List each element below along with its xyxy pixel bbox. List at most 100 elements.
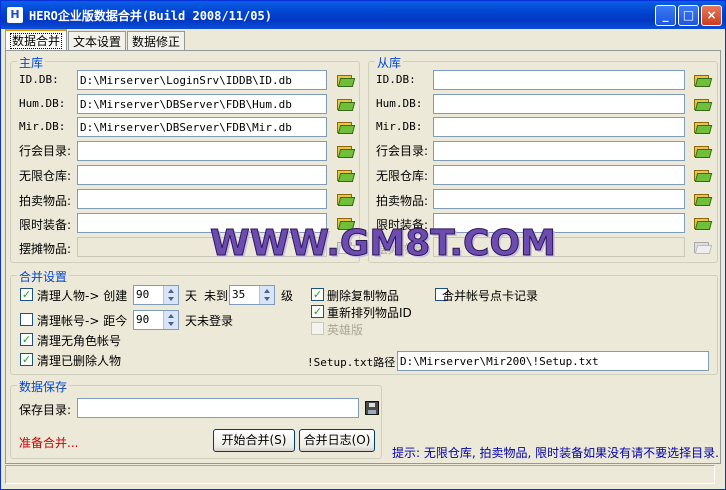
not-reach-label: 未到 bbox=[204, 289, 229, 303]
maximize-button[interactable]: □ bbox=[678, 5, 699, 26]
clean-norole-label: 清理无角色帐号 bbox=[37, 334, 122, 348]
slave-id-input[interactable] bbox=[433, 70, 685, 90]
clean-char-level-spinner[interactable]: 35 bbox=[229, 285, 275, 305]
minimize-button[interactable]: _ bbox=[655, 5, 676, 26]
title-bar[interactable]: H HERO企业版数据合并(Build 2008/11/05) _ □ × bbox=[1, 1, 725, 29]
unit-days-label: 天 bbox=[185, 289, 198, 303]
tab-data-merge[interactable]: 数据合并 bbox=[5, 29, 68, 50]
data-save-group: 数据保存 保存目录: 准备合并... 开始合并(S) 合并日志(O) bbox=[10, 378, 382, 459]
tab-text-settings[interactable]: 文本设置 bbox=[68, 31, 127, 50]
open-folder-icon[interactable] bbox=[693, 167, 713, 183]
main-auction-input[interactable] bbox=[77, 189, 327, 209]
main-storage-label: 无限仓库: bbox=[19, 169, 72, 183]
open-folder-icon[interactable] bbox=[693, 119, 713, 135]
clean-norole-checkbox[interactable]: ✓ bbox=[20, 333, 33, 346]
open-folder-icon[interactable] bbox=[336, 96, 356, 112]
tab-panel: 主库 ID.DB: Hum.DB: Mir.DB: 行会目录: 无限仓库: 拍卖… bbox=[5, 50, 721, 464]
tab-label: 文本设置 bbox=[73, 35, 122, 49]
tab-label: 数据合并 bbox=[10, 33, 63, 49]
open-folder-icon[interactable] bbox=[336, 167, 356, 183]
merge-log-button[interactable]: 合并日志(O) bbox=[299, 429, 375, 452]
slave-storage-label: 无限仓库: bbox=[376, 169, 429, 183]
spinner-value: 90 bbox=[136, 313, 150, 326]
tab-label: 数据修正 bbox=[132, 35, 181, 49]
main-id-label: ID.DB: bbox=[19, 73, 59, 86]
hero-edition-checkbox[interactable] bbox=[311, 322, 324, 335]
main-hum-label: Hum.DB: bbox=[19, 97, 66, 110]
status-cell bbox=[5, 465, 715, 484]
start-merge-button[interactable]: 开始合并(S) bbox=[213, 429, 295, 452]
main-mir-label: Mir.DB: bbox=[19, 120, 66, 133]
watermark-text: WWW.GM8T.COM bbox=[210, 223, 557, 265]
slave-db-legend: 从库 bbox=[375, 54, 404, 71]
open-folder-icon[interactable] bbox=[336, 72, 356, 88]
spinner-value: 35 bbox=[232, 288, 246, 301]
slave-storage-input[interactable] bbox=[433, 165, 685, 185]
not-logged-label: 天未登录 bbox=[185, 314, 234, 328]
delete-dup-label: 删除复制物品 bbox=[327, 289, 400, 303]
spinner-arrows[interactable] bbox=[259, 286, 274, 304]
main-timed-label: 限时装备: bbox=[19, 218, 72, 232]
clean-account-checkbox[interactable] bbox=[20, 313, 33, 326]
slave-hum-label: Hum.DB: bbox=[376, 97, 423, 110]
clean-char-label: 清理人物-> 创建 bbox=[37, 289, 128, 303]
main-storage-input[interactable] bbox=[77, 165, 327, 185]
merge-settings-group: 合并设置 ✓ 清理人物-> 创建 90 天 未到 35 级 清理帐号-> 距今 … bbox=[10, 268, 718, 375]
clean-account-label: 清理帐号-> 距今 bbox=[37, 314, 128, 328]
open-folder-icon[interactable] bbox=[693, 239, 713, 255]
spinner-value: 90 bbox=[136, 288, 150, 301]
close-button[interactable]: × bbox=[701, 5, 722, 26]
delete-dup-checkbox[interactable]: ✓ bbox=[311, 288, 324, 301]
setup-path-input[interactable] bbox=[397, 351, 709, 371]
main-window: H HERO企业版数据合并(Build 2008/11/05) _ □ × 数据… bbox=[0, 0, 726, 490]
clean-account-days-spinner[interactable]: 90 bbox=[133, 310, 179, 330]
open-folder-icon[interactable] bbox=[336, 143, 356, 159]
clean-deleted-label: 清理已删除人物 bbox=[37, 354, 122, 368]
merge-card-label: 合并帐号点卡记录 bbox=[442, 289, 539, 303]
hint-text: 提示: 无限仓库, 拍卖物品, 限时装备如果没有请不要选择目录. bbox=[392, 446, 719, 460]
status-bar bbox=[5, 465, 721, 485]
spinner-arrows[interactable] bbox=[163, 311, 178, 329]
hero-edition-label: 英雄版 bbox=[327, 323, 364, 337]
main-db-legend: 主库 bbox=[17, 54, 46, 71]
save-dir-input[interactable] bbox=[77, 398, 359, 418]
clean-char-days-spinner[interactable]: 90 bbox=[133, 285, 179, 305]
merge-settings-legend: 合并设置 bbox=[17, 268, 70, 285]
spinner-arrows[interactable] bbox=[163, 286, 178, 304]
save-disk-icon[interactable] bbox=[365, 401, 379, 415]
main-auction-label: 拍卖物品: bbox=[19, 194, 72, 208]
slave-guild-label: 行会目录: bbox=[376, 144, 429, 158]
save-dir-label: 保存目录: bbox=[19, 403, 72, 417]
window-title: HERO企业版数据合并(Build 2008/11/05) bbox=[29, 9, 272, 23]
open-folder-icon[interactable] bbox=[693, 215, 713, 231]
tab-data-fix[interactable]: 数据修正 bbox=[127, 31, 186, 50]
open-folder-icon[interactable] bbox=[336, 119, 356, 135]
slave-hum-input[interactable] bbox=[433, 94, 685, 114]
open-folder-icon[interactable] bbox=[693, 72, 713, 88]
slave-auction-input[interactable] bbox=[433, 189, 685, 209]
main-mir-input[interactable] bbox=[77, 117, 327, 137]
status-text: 准备合并... bbox=[19, 436, 79, 450]
slave-mir-label: Mir.DB: bbox=[376, 120, 423, 133]
main-stall-label: 摆摊物品: bbox=[19, 242, 72, 256]
clean-deleted-checkbox[interactable]: ✓ bbox=[20, 353, 33, 366]
main-id-input[interactable] bbox=[77, 70, 327, 90]
slave-auction-label: 拍卖物品: bbox=[376, 194, 429, 208]
open-folder-icon[interactable] bbox=[693, 96, 713, 112]
app-icon: H bbox=[7, 7, 23, 23]
slave-guild-input[interactable] bbox=[433, 141, 685, 161]
slave-id-label: ID.DB: bbox=[376, 73, 416, 86]
clean-char-checkbox[interactable]: ✓ bbox=[20, 288, 33, 301]
renumber-checkbox[interactable]: ✓ bbox=[311, 305, 324, 318]
unit-level-label: 级 bbox=[281, 289, 294, 303]
open-folder-icon[interactable] bbox=[693, 143, 713, 159]
main-guild-input[interactable] bbox=[77, 141, 327, 161]
renumber-label: 重新排列物品ID bbox=[327, 306, 412, 320]
open-folder-icon[interactable] bbox=[336, 191, 356, 207]
data-save-legend: 数据保存 bbox=[17, 378, 70, 395]
main-hum-input[interactable] bbox=[77, 94, 327, 114]
main-guild-label: 行会目录: bbox=[19, 144, 72, 158]
slave-mir-input[interactable] bbox=[433, 117, 685, 137]
open-folder-icon[interactable] bbox=[693, 191, 713, 207]
setup-path-label: !Setup.txt路径: bbox=[307, 356, 402, 369]
